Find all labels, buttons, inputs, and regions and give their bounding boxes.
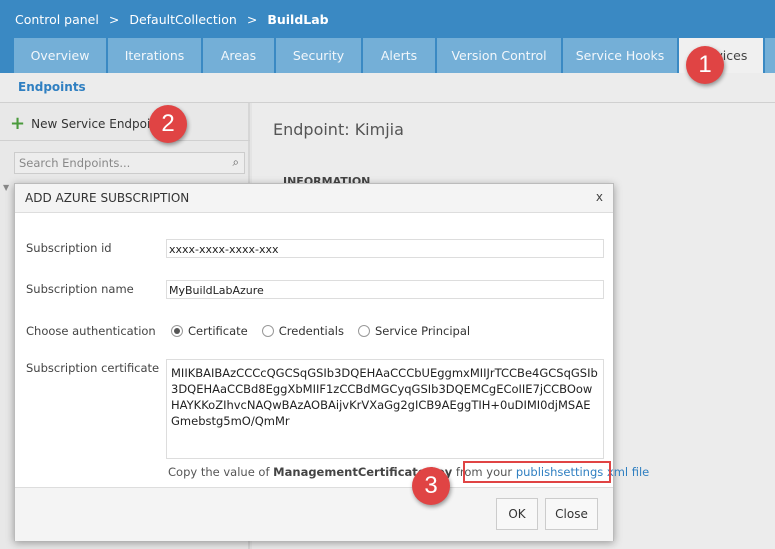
radio-service-principal[interactable]: Service Principal (357, 324, 471, 338)
tab-areas[interactable]: Areas (203, 38, 274, 73)
subscription-id-label: Subscription id (26, 241, 112, 255)
tab-more[interactable] (765, 38, 775, 73)
dialog-footer: OK Close (15, 487, 613, 541)
dialog-title: ADD AZURE SUBSCRIPTION (15, 184, 613, 213)
breadcrumb-project[interactable]: BuildLab (267, 12, 328, 27)
radio-label: Credentials (278, 324, 344, 338)
sub-navigation: Endpoints (0, 73, 775, 103)
tab-bar: Overview Iterations Areas Security Alert… (14, 38, 775, 73)
authentication-radio-group: Certificate Credentials Service Principa… (171, 324, 470, 338)
radio-certificate[interactable]: Certificate (171, 324, 248, 338)
breadcrumb-separator: > (246, 12, 258, 27)
tab-security[interactable]: Security (276, 38, 361, 73)
tab-iterations[interactable]: Iterations (108, 38, 201, 73)
annotation-badge-1: 1 (686, 46, 724, 84)
tab-service-hooks[interactable]: Service Hooks (563, 38, 677, 73)
plus-icon: + (10, 113, 26, 134)
authentication-label: Choose authentication (26, 324, 156, 338)
highlight-box (463, 461, 611, 483)
radio-credentials[interactable]: Credentials (261, 324, 344, 338)
radio-label: Certificate (188, 324, 248, 338)
subscription-name-input[interactable]: MyBuildLabAzure (166, 280, 604, 299)
header-bar: Control panel > DefaultCollection > Buil… (0, 0, 775, 73)
add-azure-subscription-dialog: ADD AZURE SUBSCRIPTION x Subscription id… (14, 183, 649, 541)
new-endpoint-label: New Service Endpoint (31, 117, 163, 131)
close-button[interactable]: Close (545, 498, 598, 530)
ok-button[interactable]: OK (496, 498, 538, 530)
radio-button[interactable] (261, 325, 274, 337)
radio-label: Service Principal (374, 324, 471, 338)
radio-button-checked[interactable] (171, 325, 183, 337)
collapse-arrow-icon[interactable]: ▼ (3, 183, 9, 192)
search-placeholder: Search Endpoints... (19, 156, 131, 170)
breadcrumb-separator: > (108, 12, 120, 27)
radio-button[interactable] (357, 325, 370, 337)
divider (0, 140, 250, 141)
search-icon[interactable]: ⌕ (233, 155, 239, 170)
certificate-textarea[interactable]: MIIKBAIBAzCCCcQGCSqGSIb3DQEHAaCCCbUEggmx… (166, 359, 604, 459)
search-endpoints-input[interactable]: Search Endpoints... ⌕ (14, 152, 245, 174)
breadcrumb-collection[interactable]: DefaultCollection (129, 12, 237, 27)
hint-text: Copy the value of (168, 465, 274, 479)
new-service-endpoint-button[interactable]: + New Service Endpoint (10, 113, 163, 134)
nav-endpoints[interactable]: Endpoints (18, 80, 86, 94)
subscription-name-label: Subscription name (26, 282, 134, 296)
breadcrumb: Control panel > DefaultCollection > Buil… (15, 12, 329, 27)
subscription-id-input[interactable]: xxxx-xxxx-xxxx-xxx (166, 239, 604, 258)
breadcrumb-control-panel[interactable]: Control panel (15, 12, 99, 27)
tab-alerts[interactable]: Alerts (363, 38, 435, 73)
tab-version-control[interactable]: Version Control (437, 38, 561, 73)
close-icon[interactable]: x (596, 190, 603, 204)
annotation-badge-2: 2 (149, 105, 187, 143)
endpoint-title: Endpoint: Kimjia (273, 120, 404, 139)
annotation-badge-3: 3 (412, 467, 450, 505)
certificate-label: Subscription certificate (26, 361, 160, 375)
tab-overview[interactable]: Overview (14, 38, 106, 73)
